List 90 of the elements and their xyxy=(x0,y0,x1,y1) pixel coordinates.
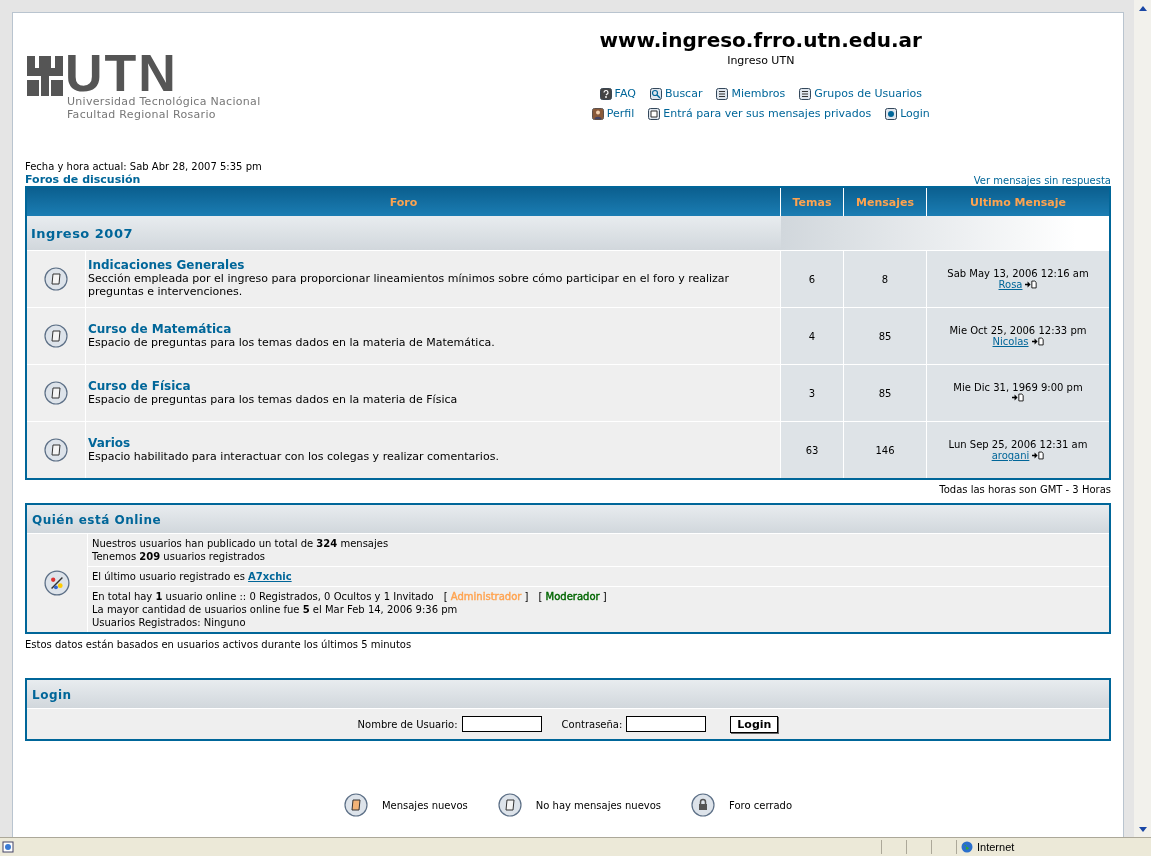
topic-count: 4 xyxy=(808,330,816,342)
field-label: Contraseña: xyxy=(561,718,623,730)
nav-link[interactable]: Buscar xyxy=(649,84,703,104)
legend-label: No hay mensajes nuevos xyxy=(535,799,662,811)
search-icon xyxy=(649,88,662,100)
forum-status-icon xyxy=(44,267,68,291)
forum-status-icon xyxy=(44,381,68,405)
logo-wordmark: UTN xyxy=(65,51,178,95)
forum-description: Espacio de preguntas para los temas dados en la materia de Matemática. xyxy=(88,335,496,349)
scroll-up-icon[interactable] xyxy=(1137,4,1148,12)
post-count: 146 xyxy=(875,444,895,456)
legend-label: Mensajes nuevos xyxy=(381,799,468,811)
nav-link[interactable]: FAQ xyxy=(599,84,636,104)
message-icon xyxy=(648,108,661,120)
category-header: Ingreso 2007 xyxy=(26,216,781,251)
online-total-text: En total hay 1 usuario online :: 0 Registrados, 0 Ocultos y 1 Invitado xyxy=(92,591,434,602)
topic-count: 3 xyxy=(808,387,816,399)
lock-icon xyxy=(691,793,716,817)
column-header: Temas xyxy=(780,187,844,216)
online-detail-text: La mayor cantidad de usuarios online fue 5 el Mar Feb 14, 2006 9:36 pm xyxy=(92,603,459,616)
current-datetime: Fecha y hora actual: Sab Abr 28, 2007 5:35 pm xyxy=(25,161,263,173)
field-label: Nombre de Usuario: xyxy=(357,718,458,730)
timezone-note: Todas las horas son GMT - 3 Horas xyxy=(939,484,1111,495)
login-icon xyxy=(885,108,898,120)
view-post-icon[interactable] xyxy=(1012,393,1024,402)
username-field[interactable] xyxy=(461,716,542,732)
post-count: 8 xyxy=(881,273,889,285)
nav-link[interactable]: Login xyxy=(885,104,930,124)
newest-user-text: El último usuario registrado es xyxy=(92,571,245,582)
user-icon xyxy=(591,108,604,120)
last-post-date: Mie Dic 31, 1969 9:00 pm xyxy=(952,382,1084,393)
stats-text: Nuestros usuarios han publicado un total de 324 mensajes xyxy=(92,537,390,550)
stats-text: Tenemos 209 usuarios registrados xyxy=(92,550,266,563)
nav-link[interactable]: Grupos de Usuarios xyxy=(799,84,922,104)
password-field[interactable] xyxy=(626,716,707,732)
utn-logo-icon xyxy=(25,53,65,99)
post-count: 85 xyxy=(878,387,892,399)
legend-label: Foro cerrado xyxy=(729,799,793,811)
nav-link[interactable]: Miembros xyxy=(716,84,786,104)
nav-link[interactable]: Perfil xyxy=(591,104,635,124)
forum-status-icon xyxy=(44,438,68,462)
forum-title-link[interactable]: Curso de Matemática xyxy=(88,321,776,336)
topic-count: 6 xyxy=(808,273,816,285)
page-icon xyxy=(2,841,14,853)
view-post-icon[interactable] xyxy=(1025,280,1038,289)
online-detail-text: Usuarios Registrados: Ninguno xyxy=(92,616,247,629)
users-online-icon xyxy=(44,570,70,596)
view-post-icon[interactable] xyxy=(1031,337,1044,346)
view-post-icon[interactable] xyxy=(1032,451,1045,460)
unanswered-link[interactable]: Ver mensajes sin respuesta xyxy=(973,175,1111,186)
security-zone: Internet xyxy=(977,841,1015,853)
forum-description: Espacio de preguntas para los temas dados en la materia de Física xyxy=(88,392,459,406)
faculty-name: Facultad Regional Rosario xyxy=(67,108,217,121)
column-header: Mensajes xyxy=(843,187,927,216)
forum-status-icon xyxy=(343,793,368,817)
section-header: Quién está Online xyxy=(27,505,1109,534)
question-icon xyxy=(599,88,612,100)
list-icon xyxy=(716,88,729,100)
role-legend: [ Administrador ] xyxy=(443,591,529,602)
author-link[interactable]: Nicolas xyxy=(992,336,1029,347)
site-title: www.ingreso.frro.utn.edu.ar xyxy=(599,27,922,53)
author-link[interactable]: Rosa xyxy=(998,279,1023,290)
topic-count: 63 xyxy=(805,444,819,456)
last-post-date: Mie Oct 25, 2006 12:33 pm xyxy=(948,325,1088,336)
scroll-down-icon[interactable] xyxy=(1137,826,1148,834)
forum-status-icon xyxy=(44,324,68,348)
forum-status-icon xyxy=(497,793,522,817)
forum-description: Sección empleada por el ingreso para proporcionar lineamientos mínimos sobre cómo participar en el foro y realizar preguntas e intervenciones. xyxy=(88,272,731,298)
nav-link[interactable]: Entrá para ver sus mensajes privados xyxy=(648,104,872,124)
forum-index-link[interactable]: Foros de discusión xyxy=(25,173,141,186)
globe-icon xyxy=(961,841,973,853)
column-header: Foro xyxy=(26,187,781,216)
last-post-date: Lun Sep 25, 2006 12:31 am xyxy=(947,439,1089,450)
site-subtitle: Ingreso UTN xyxy=(727,53,795,69)
last-post-date: Sab May 13, 2006 12:16 am xyxy=(946,268,1090,279)
login-button[interactable]: Login xyxy=(730,715,779,733)
forum-title-link[interactable]: Curso de Física xyxy=(88,378,776,393)
role-legend: [ Moderador ] xyxy=(538,591,607,602)
user-link[interactable]: A7xchic xyxy=(248,571,292,582)
forum-title-link[interactable]: Varios xyxy=(88,435,776,450)
university-name: Universidad Tecnológica Nacional xyxy=(67,95,261,108)
post-count: 85 xyxy=(878,330,892,342)
online-note: Estos datos están basados en usuarios activos durante los últimos 5 minutos xyxy=(25,638,413,652)
column-header: Ultimo Mensaje xyxy=(926,187,1110,216)
section-header: Login xyxy=(27,680,1109,709)
author-link[interactable]: arogani xyxy=(991,450,1030,461)
forum-title-link[interactable]: Indicaciones Generales xyxy=(88,258,776,272)
scrollbar[interactable] xyxy=(1134,0,1151,838)
forum-description: Espacio habilitado para interactuar con los colegas y realizar comentarios. xyxy=(88,449,500,463)
list-icon xyxy=(799,88,812,100)
